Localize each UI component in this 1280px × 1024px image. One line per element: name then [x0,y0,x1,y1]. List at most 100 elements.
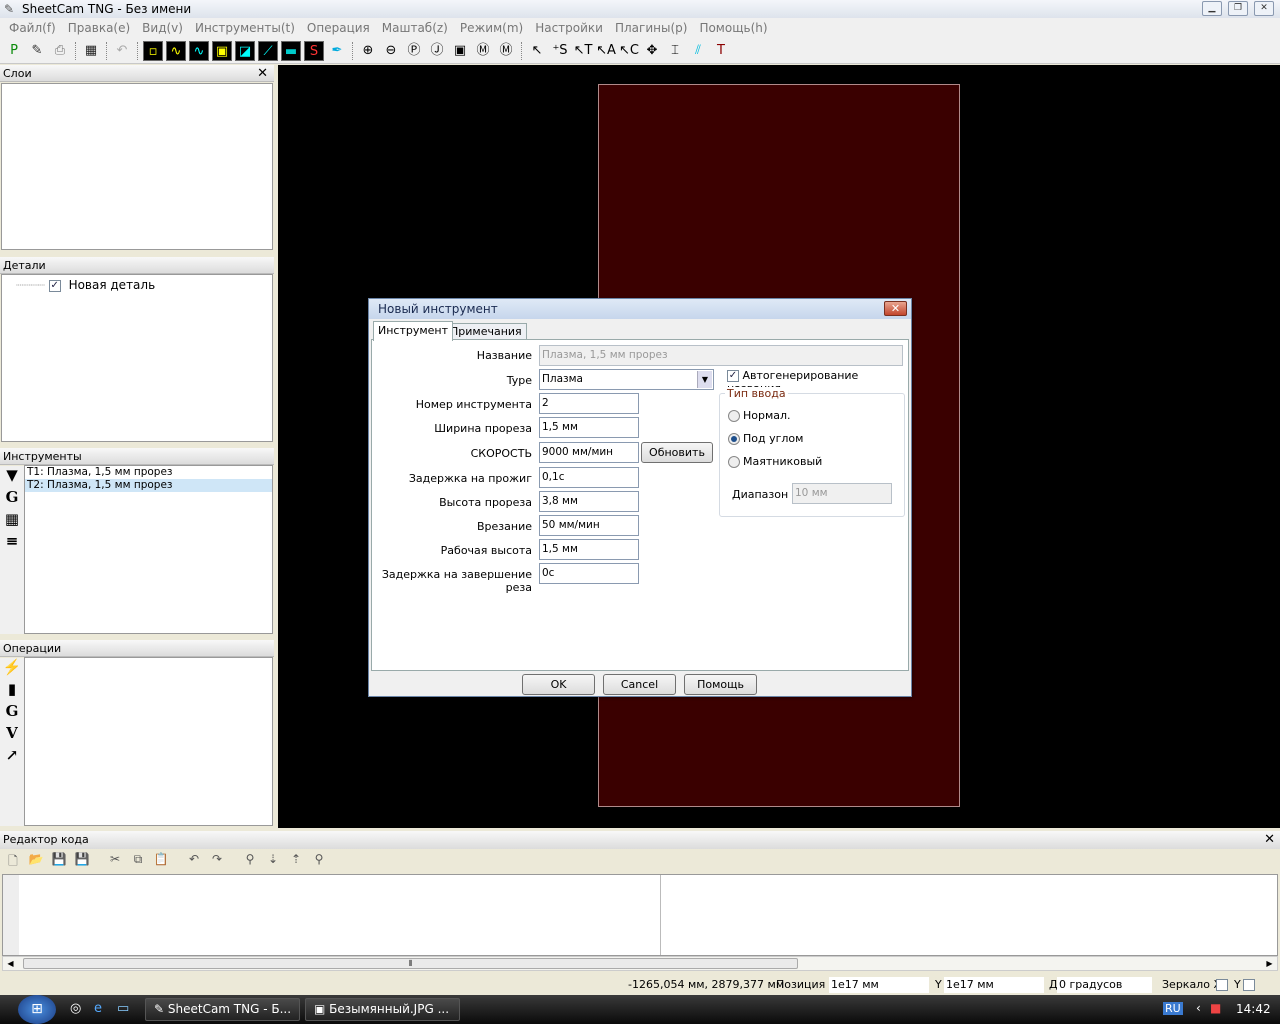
scroll-left-icon[interactable]: ◀ [3,957,18,970]
radio-pendulum[interactable]: Маятниковый [728,455,822,468]
radio-angled[interactable]: Под углом [728,432,803,445]
gcode-icon[interactable]: G [0,488,24,510]
cutting-tool-icon[interactable]: ⫽ [688,41,708,61]
horizontal-scrollbar[interactable]: ◀ ⦀ ▶ [2,956,1278,971]
kerf-width-field[interactable]: 1,5 мм [539,417,639,438]
zoom-part-icon[interactable]: Ⓟ [404,41,424,61]
plunge-field[interactable]: 50 мм/мин [539,515,639,536]
update-button[interactable]: Обновить [641,442,713,463]
zoom-mc-icon[interactable]: Ⓜ [496,41,516,61]
menu-item[interactable]: Файл(f) [6,21,59,35]
new-file-icon[interactable]: 🗋 [4,852,22,873]
parts-tree[interactable]: ┈┈┈┈ ✓ Новая деталь [1,274,273,442]
code-text-area[interactable] [2,874,1278,956]
cut-icon[interactable]: ✂ [106,852,124,866]
gcode-op-icon[interactable]: G [0,702,24,724]
find-next-icon[interactable]: ⇣ [264,852,282,866]
drawing-icon[interactable]: ▫ [143,41,163,61]
layers-list[interactable] [1,83,273,250]
table-icon[interactable]: ▦ [0,510,24,532]
quicklaunch-icon[interactable]: ◎ [70,1001,81,1016]
plasma-torch-icon[interactable]: ▼ [0,466,24,488]
radio-button-selected[interactable] [728,433,740,445]
help-button[interactable]: Помощь [684,674,757,695]
position-x-field[interactable]: 1e17 мм [829,977,929,993]
task-sheetcam[interactable]: ✎ SheetCam TNG - Б... [145,998,300,1021]
menu-item[interactable]: Плагины(p) [612,21,690,35]
edit-icon[interactable]: ✎ [27,41,47,61]
print-icon[interactable]: ⎙ [50,41,70,61]
tray-app-icon[interactable]: ■ [1210,1001,1221,1015]
select-c-icon[interactable]: ↖C [619,41,639,61]
line-icon[interactable]: ⟋ [258,41,278,61]
path-op-icon[interactable]: ↗ [0,746,24,768]
close-icon[interactable]: ✕ [1264,831,1275,849]
start-point-icon[interactable]: S [304,41,324,61]
position-y-field[interactable]: 1e17 мм [944,977,1044,993]
menu-item[interactable]: Операция [304,21,373,35]
pierce-height-field[interactable]: 3,8 мм [539,491,639,512]
contour-icon[interactable]: ∿ [166,41,186,61]
radio-button[interactable] [728,410,740,422]
open-file-icon[interactable]: 📂 [27,852,45,866]
ie-icon[interactable]: e [94,1001,102,1016]
start-point-select-icon[interactable]: ⁺S [550,41,570,61]
find-prev-icon[interactable]: ⇡ [287,852,305,866]
mirror-x-checkbox[interactable] [1216,979,1228,991]
name-field[interactable]: Плазма, 1,5 мм прорез [539,345,903,366]
undo-icon[interactable]: ↶ [185,852,203,866]
part-checkbox[interactable]: ✓ [48,279,61,292]
radio-button[interactable] [728,456,740,468]
pierce-delay-field[interactable]: 0,1с [539,467,639,488]
ok-button[interactable]: OK [522,674,595,695]
chevron-down-icon[interactable]: ▼ [697,371,712,388]
resize-icon[interactable]: ⌶ [665,41,685,61]
range-field[interactable]: 10 мм [792,483,892,504]
menu-item[interactable]: Настройки [532,21,606,35]
language-indicator[interactable]: RU [1163,1002,1183,1015]
zoom-job-icon[interactable]: Ⓙ [427,41,447,61]
new-job-icon[interactable]: P [4,41,24,61]
minimize-button[interactable]: ▁ [1202,1,1222,16]
speed-field[interactable]: 9000 мм/мин [539,442,639,463]
start-button[interactable]: ⊞ [18,995,56,1024]
vcarve-icon[interactable]: V [0,724,24,746]
menu-item[interactable]: Маштаб(z) [379,21,451,35]
operations-list[interactable] [24,657,273,826]
list-icon[interactable]: ≡ [0,532,24,554]
undo-icon[interactable]: ↶ [112,41,132,61]
close-button[interactable]: ✕ [1254,1,1274,16]
menu-item[interactable]: Режим(m) [457,21,526,35]
fill-icon[interactable]: ▬ [281,41,301,61]
tool-item[interactable]: T1: Плазма, 1,5 мм прорез [25,466,272,479]
tab-notes[interactable]: Примечания [445,323,527,340]
radio-normal[interactable]: Нормал. [728,409,791,422]
tray-expand-icon[interactable]: ‹ [1196,1001,1201,1015]
inner-contour-icon[interactable]: ◪ [235,41,255,61]
autoname-checkbox[interactable]: ✓ [727,370,739,382]
scrollbar-thumb[interactable]: ⦀ [23,958,798,969]
scroll-right-icon[interactable]: ▶ [1262,957,1277,970]
zoom-material-icon[interactable]: Ⓜ [473,41,493,61]
cut-height-field[interactable]: 1,5 мм [539,539,639,560]
type-select[interactable]: Плазма ▼ [539,369,714,390]
tool-item-selected[interactable]: T2: Плазма, 1,5 мм прорез [25,479,272,492]
save-as-icon[interactable]: 💾 [73,852,91,866]
copy-icon[interactable]: ⧉ [129,852,147,867]
mirror-y-checkbox[interactable] [1243,979,1255,991]
redo-icon[interactable]: ↷ [208,852,226,866]
drill-icon[interactable]: ▮ [0,680,24,702]
pen-icon[interactable]: ✒ [327,41,347,61]
tool-number-field[interactable]: 2 [539,393,639,414]
zoom-in-icon[interactable]: ⊕ [358,41,378,61]
menu-item[interactable]: Помощь(h) [696,21,770,35]
calculator-icon[interactable]: ▦ [81,41,101,61]
clock[interactable]: 14:42 [1236,1002,1271,1016]
tools-list[interactable]: T1: Плазма, 1,5 мм прорез T2: Плазма, 1,… [24,465,273,634]
move-icon[interactable]: ✥ [642,41,662,61]
paste-icon[interactable]: 📋 [152,852,170,866]
end-delay-field[interactable]: 0с [539,563,639,584]
select-a-icon[interactable]: ↖A [596,41,616,61]
plasma-op-icon[interactable]: ⚡ [0,658,24,680]
text-tool-icon[interactable]: T [711,41,731,61]
